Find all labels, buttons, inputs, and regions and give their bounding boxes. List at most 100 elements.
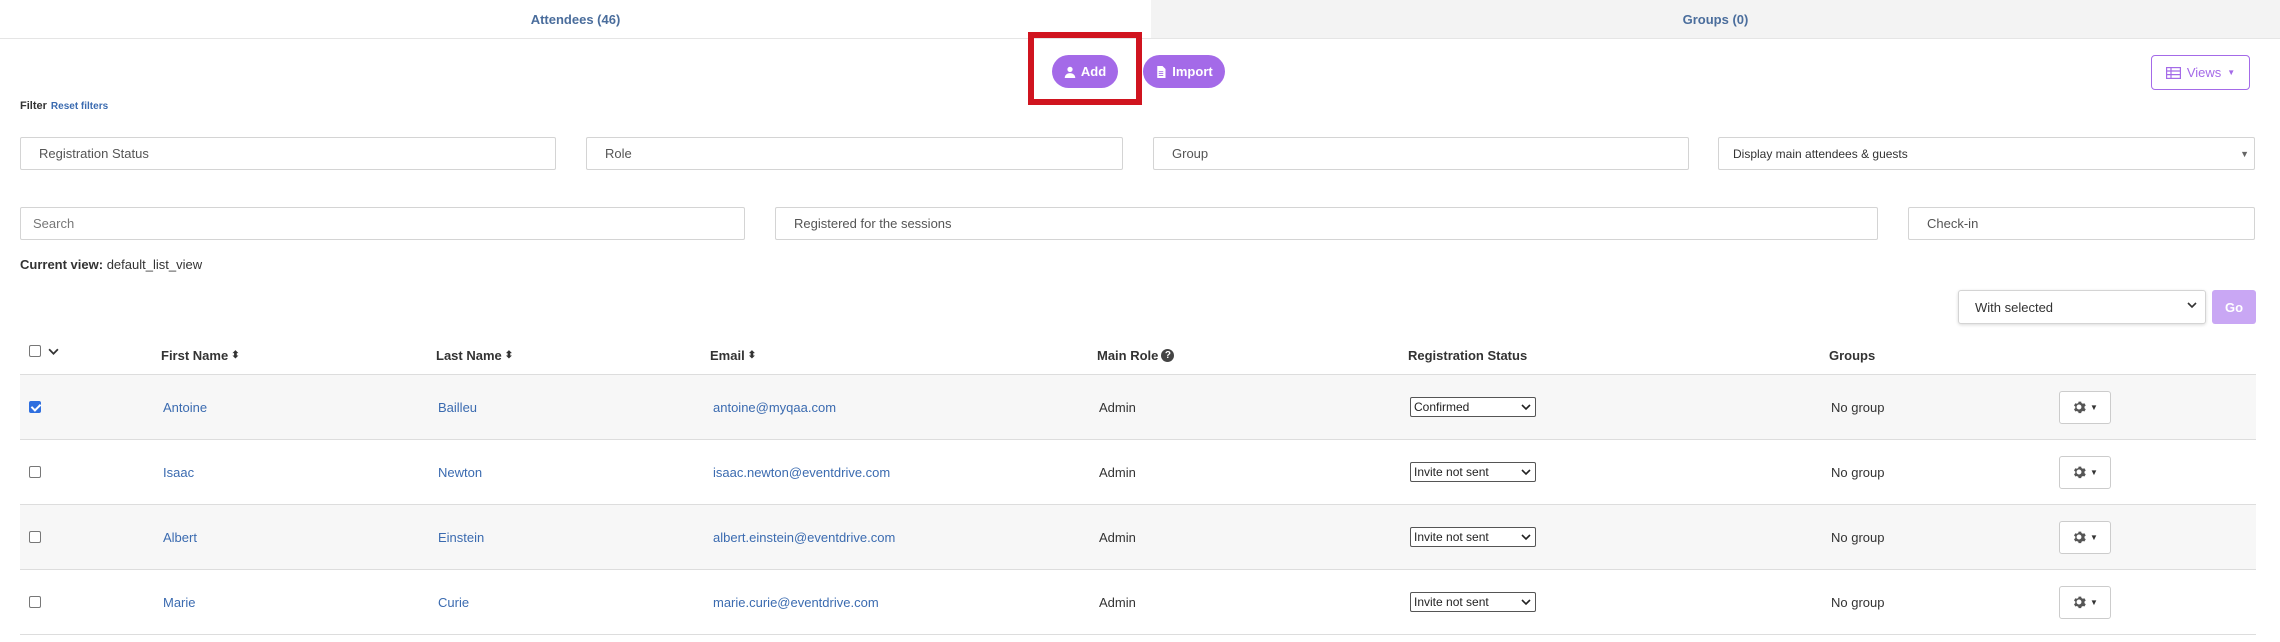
question-icon[interactable]: ? [1161, 349, 1175, 362]
email-cell: albert.einstein@eventdrive.com [713, 505, 895, 569]
table-row: Albert Einstein albert.einstein@eventdri… [20, 505, 2256, 570]
last-name-link[interactable]: Einstein [438, 530, 484, 545]
registration-status-select[interactable]: Invite not sent [1410, 462, 1536, 482]
chevron-down-icon [2187, 302, 2197, 309]
table-header: First Name ⬍ Last Name ⬍ Email ⬍ Main Ro… [20, 340, 2256, 375]
first-name-link[interactable]: Isaac [163, 465, 194, 480]
caret-down-icon: ▼ [2090, 597, 2098, 607]
first-name-link[interactable]: Marie [163, 595, 196, 610]
first-name-link[interactable]: Antoine [163, 400, 207, 415]
import-button-label: Import [1172, 64, 1213, 79]
actions-cell: ▼ [2059, 375, 2111, 439]
display-mode-value: Display main attendees & guests [1733, 146, 1908, 161]
role-cell: Admin [1099, 570, 1136, 634]
groups-value: No group [1831, 464, 1885, 480]
status-cell: Invite not sent [1410, 440, 1536, 504]
user-icon [1064, 66, 1076, 78]
last-name-cell: Einstein [438, 505, 484, 569]
views-button[interactable]: Views ▼ [2151, 55, 2250, 90]
current-view: Current view: default_list_view [20, 257, 202, 272]
registration-status-filter[interactable]: Registration Status [20, 137, 556, 170]
search-input[interactable]: Search [20, 207, 745, 240]
header-main-role-label: Main Role [1097, 348, 1159, 363]
email-link[interactable]: marie.curie@eventdrive.com [713, 595, 879, 610]
first-name-link[interactable]: Albert [163, 530, 197, 545]
role-filter[interactable]: Role [586, 137, 1123, 170]
bulk-action-select[interactable]: With selected [1958, 290, 2206, 324]
row-checkbox[interactable] [29, 596, 41, 608]
registration-status-value: Confirmed [1414, 400, 1470, 414]
row-checkbox[interactable] [29, 466, 41, 478]
header-main-role: Main Role ? [1097, 348, 1175, 363]
row-actions-button[interactable]: ▼ [2059, 390, 2111, 424]
groups-cell: No group [1831, 440, 1884, 504]
email-link[interactable]: isaac.newton@eventdrive.com [713, 465, 890, 480]
header-email[interactable]: Email ⬍ [710, 348, 756, 363]
groups-cell: No group [1831, 570, 1884, 634]
checkin-filter[interactable]: Check-in [1908, 207, 2255, 240]
row-actions-button[interactable]: ▼ [2059, 455, 2111, 489]
table-icon [2165, 66, 2181, 79]
chevron-down-icon[interactable] [48, 346, 59, 357]
chevron-down-icon [1521, 469, 1531, 476]
role-cell: Admin [1099, 440, 1136, 504]
row-checkbox-cell [29, 375, 41, 439]
row-checkbox-cell [29, 440, 41, 504]
last-name-link[interactable]: Newton [438, 465, 482, 480]
caret-down-icon: ▼ [2090, 467, 2098, 477]
last-name-cell: Newton [438, 440, 482, 504]
group-filter[interactable]: Group [1153, 137, 1689, 170]
select-all-checkbox[interactable] [29, 345, 41, 357]
tab-bar: Attendees (46) Groups (0) [0, 0, 2280, 40]
import-button[interactable]: Import [1143, 55, 1225, 88]
gear-icon [2074, 596, 2086, 609]
row-checkbox[interactable] [29, 401, 41, 413]
current-view-label: Current view: [20, 257, 104, 272]
header-email-label: Email [710, 348, 745, 363]
header-registration-status-label: Registration Status [1408, 348, 1528, 363]
last-name-link[interactable]: Curie [438, 595, 469, 610]
chevron-down-icon [1521, 404, 1531, 411]
registration-status-select[interactable]: Invite not sent [1410, 527, 1536, 547]
last-name-cell: Curie [438, 570, 469, 634]
header-first-name[interactable]: First Name ⬍ [161, 348, 240, 363]
tab-groups[interactable]: Groups (0) [1151, 0, 2280, 39]
email-link[interactable]: albert.einstein@eventdrive.com [713, 530, 895, 545]
tab-attendees[interactable]: Attendees (46) [0, 0, 1151, 39]
row-actions-button[interactable]: ▼ [2059, 585, 2111, 619]
go-button[interactable]: Go [2212, 290, 2256, 324]
row-checkbox[interactable] [29, 531, 41, 543]
registration-status-select[interactable]: Confirmed [1410, 397, 1536, 417]
caret-down-icon: ▼ [2227, 68, 2236, 77]
sort-icon: ⬍ [504, 350, 514, 361]
caret-down-icon: ▼ [2240, 149, 2249, 159]
groups-value: No group [1831, 594, 1885, 610]
display-mode-select[interactable]: Display main attendees & guests ▼ [1718, 137, 2255, 170]
first-name-cell: Antoine [163, 375, 207, 439]
groups-cell: No group [1831, 505, 1884, 569]
email-link[interactable]: antoine@myqaa.com [713, 400, 836, 415]
reset-filters-link[interactable]: Reset filters [51, 101, 108, 112]
views-button-label: Views [2186, 65, 2222, 80]
header-groups: Groups [1829, 348, 1875, 363]
chevron-down-icon [1521, 599, 1531, 606]
row-actions-button[interactable]: ▼ [2059, 520, 2111, 554]
header-last-name[interactable]: Last Name ⬍ [436, 348, 513, 363]
role-value: Admin [1099, 529, 1136, 545]
registration-status-select[interactable]: Invite not sent [1410, 592, 1536, 612]
status-cell: Confirmed [1410, 375, 1536, 439]
first-name-cell: Marie [163, 570, 196, 634]
sort-icon: ⬍ [747, 350, 757, 361]
table-row: Isaac Newton isaac.newton@eventdrive.com… [20, 440, 2256, 505]
add-attendee-button[interactable]: Add [1052, 55, 1118, 88]
sessions-filter[interactable]: Registered for the sessions [775, 207, 1878, 240]
last-name-link[interactable]: Bailleu [438, 400, 477, 415]
header-groups-label: Groups [1829, 348, 1876, 363]
role-cell: Admin [1099, 505, 1136, 569]
caret-down-icon: ▼ [2090, 532, 2098, 542]
current-view-value: default_list_view [106, 257, 203, 272]
header-last-name-label: Last Name [436, 348, 502, 363]
role-cell: Admin [1099, 375, 1136, 439]
filter-header: Filter Reset filters [20, 100, 108, 112]
registration-status-value: Invite not sent [1414, 595, 1489, 609]
